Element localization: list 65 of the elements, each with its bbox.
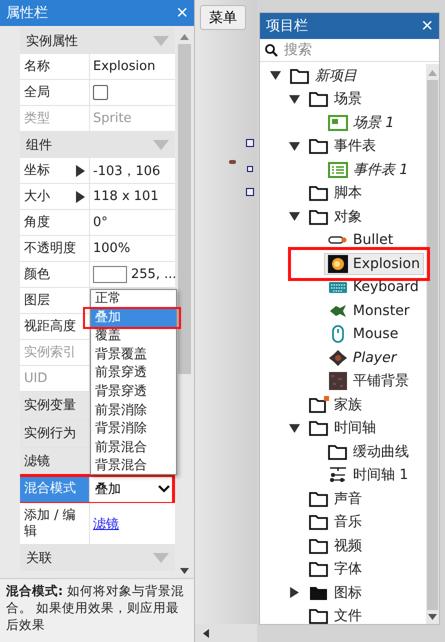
property-value: -103，106 [93, 162, 160, 180]
tree-item[interactable]: 场景 [304, 88, 366, 110]
tree-item[interactable]: Keyboard [324, 276, 423, 298]
property-label: 大小 [20, 184, 90, 209]
property-value: Sprite [93, 111, 132, 126]
panel-title: 属性栏 [6, 4, 48, 22]
tree-item[interactable]: 脚本 [304, 182, 366, 204]
tree-item[interactable]: 家族 [304, 394, 366, 416]
dropdown-option[interactable]: 前景消除 [91, 402, 176, 420]
property-label: 全局 [20, 80, 90, 105]
property-label: 不透明度 [20, 236, 90, 261]
filter-link[interactable]: 滤镜 [93, 514, 119, 532]
search-input[interactable]: 搜索 [282, 41, 402, 59]
panel-title: 项目栏 [266, 17, 308, 35]
section-header[interactable]: 组件 [20, 132, 175, 158]
tree-item[interactable]: 场景 1 [324, 112, 398, 134]
dropdown-option[interactable]: 叠加 [91, 308, 176, 328]
property-label: 视距高度 [20, 314, 90, 339]
section-header[interactable]: 关联 [20, 545, 175, 571]
dropdown-option[interactable]: 背景覆盖 [91, 346, 176, 364]
tree-item[interactable]: 声音 [304, 488, 366, 510]
tree-item[interactable]: 缓动曲线 [324, 440, 413, 463]
property-value: Explosion [93, 59, 156, 74]
property-label: 颜色 [20, 262, 90, 287]
tree-item[interactable]: 事件表 1 [324, 158, 412, 181]
close-button[interactable]: × [421, 16, 433, 36]
property-value: 118 x 101 [93, 189, 159, 204]
tree-item[interactable]: 时间轴 [304, 417, 380, 440]
tree-item[interactable]: 图标 [304, 582, 366, 604]
property-value: 0° [93, 215, 108, 230]
tree-item[interactable]: Bullet [324, 229, 398, 252]
tree-item[interactable]: 视频 [304, 534, 366, 557]
property-label: 角度 [20, 210, 90, 235]
property-label: 名称 [20, 54, 90, 79]
tree-item[interactable]: 平铺背景 [324, 370, 413, 392]
dropdown-option[interactable]: 前景穿透 [91, 364, 176, 383]
tree-item[interactable]: Mouse [324, 323, 402, 346]
tree-item[interactable]: 音乐 [304, 511, 366, 534]
property-value: 255, ... [131, 267, 175, 282]
tree-item[interactable]: 对象 [304, 206, 366, 228]
tree-item[interactable]: 文件 [304, 605, 366, 628]
dropdown-option[interactable]: 前景混合 [91, 438, 176, 458]
property-label: 图层 [20, 288, 90, 313]
section-header[interactable]: 实例属性 [20, 28, 175, 54]
tree-item[interactable]: 事件表 [304, 135, 380, 158]
menu-button[interactable]: 菜单 [200, 5, 246, 30]
property-label: 混合模式 [20, 476, 90, 502]
dropdown-option[interactable]: 背景穿透 [91, 382, 176, 402]
property-label: 类型 [20, 106, 90, 131]
property-label: 添加 / 编辑 [20, 503, 90, 544]
property-label: UID [20, 366, 90, 391]
dropdown-option[interactable]: 背景混合 [91, 457, 176, 474]
tree-item[interactable]: 新项目 [286, 64, 361, 87]
property-label: 坐标 [20, 158, 90, 183]
property-description: 混合模式: 如何将对象与背景混合。 如果使用效果，则应用最后效果 [0, 578, 194, 642]
tree-item[interactable]: Player [324, 346, 400, 369]
property-label: 实例索引 [20, 340, 90, 365]
search-field[interactable]: 搜索 [260, 39, 439, 62]
tree-item[interactable]: 时间轴 1 [324, 464, 412, 486]
dropdown-option[interactable]: 背景消除 [91, 420, 176, 439]
tree-item[interactable]: Explosion [324, 252, 424, 275]
tree-item[interactable]: 字体 [304, 558, 366, 580]
close-button[interactable]: × [176, 3, 188, 23]
tree-item[interactable]: Monster [324, 300, 414, 322]
property-value: 100% [93, 241, 130, 256]
